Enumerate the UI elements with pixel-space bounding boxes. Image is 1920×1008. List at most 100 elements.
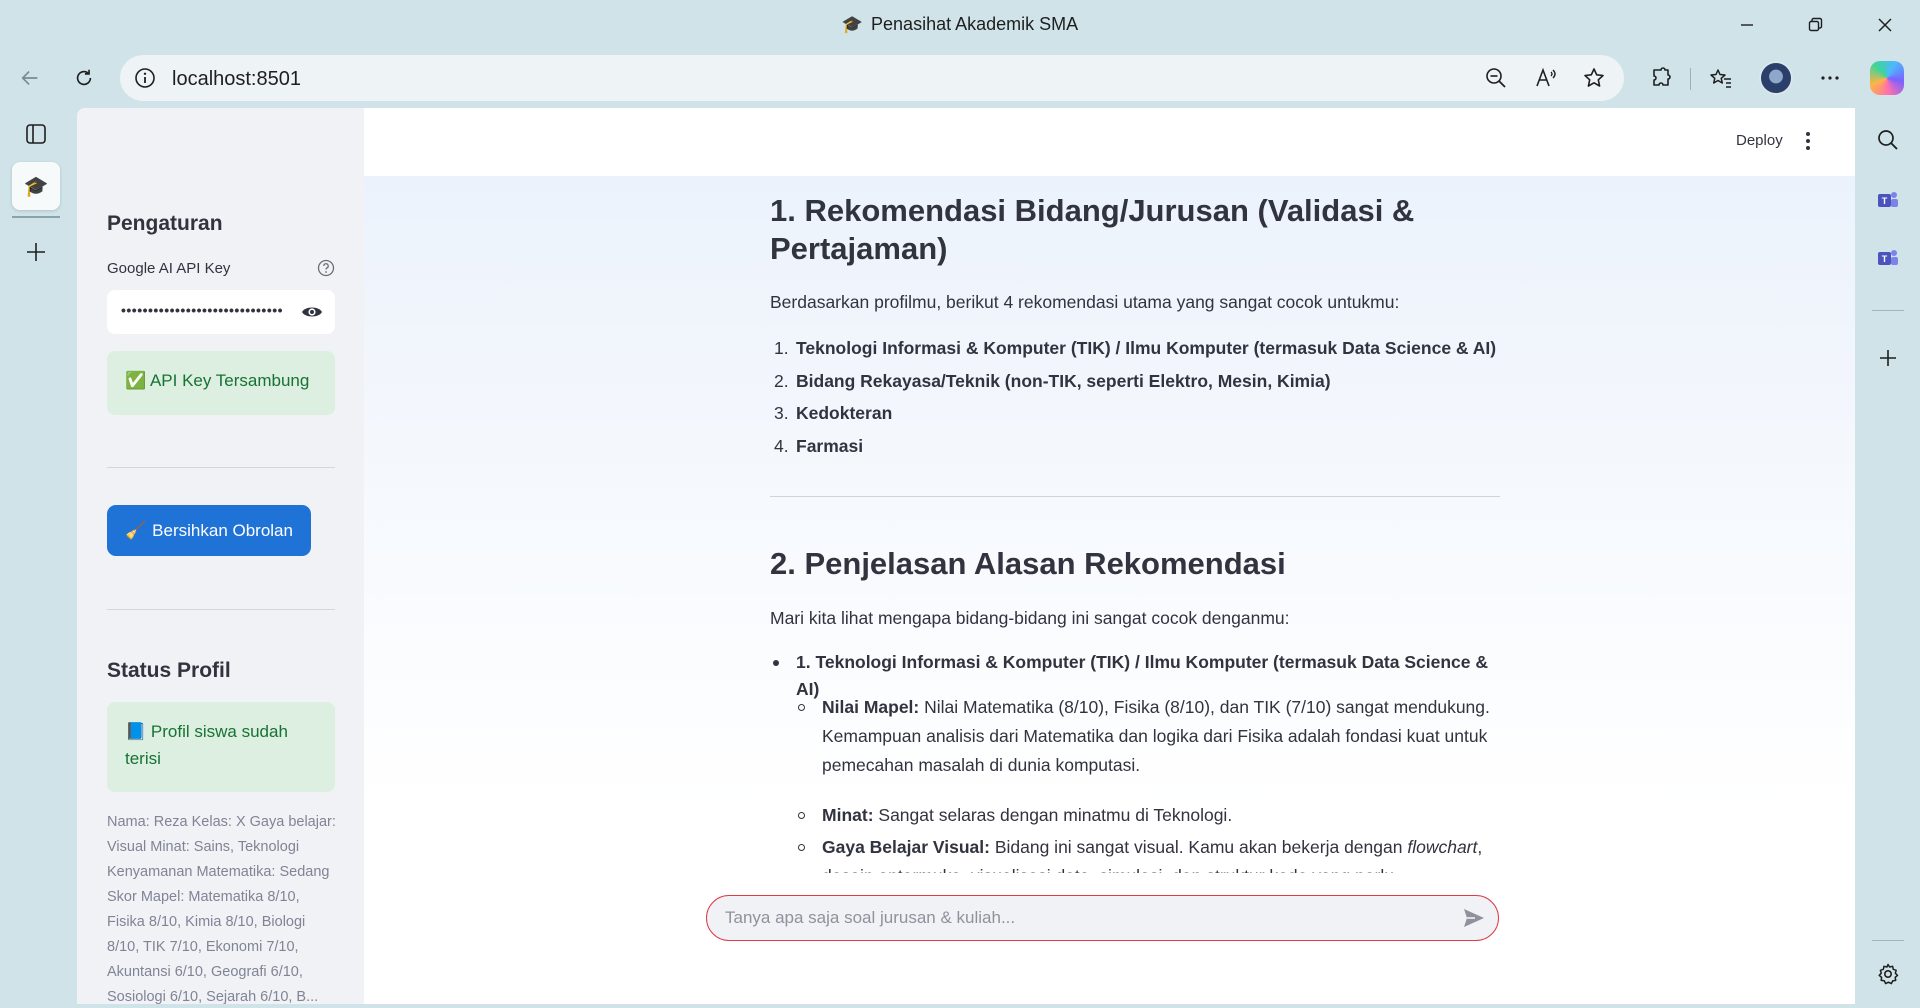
tab-penasihat-akademik[interactable]: 🎓 <box>12 162 60 210</box>
back-button[interactable] <box>12 62 48 94</box>
svg-text:T: T <box>1882 254 1888 264</box>
profile-summary: Nama: Reza Kelas: X Gaya belajar: Visual… <box>107 814 336 1004</box>
settings-heading: Pengaturan <box>107 212 223 235</box>
restore-button[interactable] <box>1792 10 1838 40</box>
section1-heading: 1. Rekomendasi Bidang/Jurusan (Validasi … <box>770 193 1415 266</box>
clear-chat-button[interactable]: 🧹 Bersihkan Obrolan <box>107 505 311 556</box>
teams-icon: T <box>1878 192 1898 207</box>
help-icon[interactable] <box>317 259 335 277</box>
sub-bullet-marker <box>798 812 805 819</box>
chat-input-field[interactable] <box>725 906 1425 930</box>
send-icon[interactable] <box>1462 907 1486 929</box>
reason-point-text: Sangat selaras dengan minatmu di Teknolo… <box>873 805 1233 825</box>
window-title-text: Penasihat Akademik SMA <box>871 14 1079 34</box>
clear-chat-label: Bersihkan Obrolan <box>152 520 293 540</box>
more-horizontal-icon <box>1821 76 1839 80</box>
api-key-input[interactable]: •••••••••••••••••••••••••••••• <box>107 290 335 334</box>
url-text[interactable]: localhost:8501 <box>172 68 301 91</box>
page-viewport: Pengaturan Google AI API Key •••••••••••… <box>77 108 1855 1004</box>
section2-intro: Mari kita lihat mengapa bidang-bidang in… <box>770 608 1290 628</box>
more-vertical-icon[interactable] <box>1804 130 1812 152</box>
gear-icon <box>1878 963 1899 985</box>
edge-separator <box>1872 940 1904 941</box>
graduation-cap-icon: 🎓 <box>841 15 864 34</box>
sub-bullet-marker <box>798 704 805 711</box>
sidebar-teams-button-2[interactable]: T <box>1872 242 1904 274</box>
search-icon <box>1878 130 1898 150</box>
favorites-button[interactable] <box>1705 62 1737 94</box>
sidebar-divider <box>107 609 335 610</box>
edge-sidebar: T T <box>1856 106 1920 1008</box>
address-bar[interactable]: localhost:8501 <box>120 55 1624 101</box>
svg-text:T: T <box>1882 196 1888 206</box>
reason-point: Nilai Mapel: Nilai Matematika (8/10), Fi… <box>822 693 1502 780</box>
tab-separator <box>12 216 60 218</box>
teams-icon: T <box>1878 250 1898 265</box>
edge-separator <box>1872 310 1904 311</box>
window-titlebar: 🎓 Penasihat Akademik SMA <box>0 0 1920 50</box>
toolbar-divider <box>1690 68 1691 90</box>
refresh-button[interactable] <box>66 62 102 94</box>
list-item: 4. Farmasi <box>770 430 1500 463</box>
reason-point-text: Nilai Matematika (8/10), Fisika (8/10), … <box>822 697 1490 775</box>
sidebar-search-button[interactable] <box>1872 124 1904 156</box>
profile-avatar[interactable] <box>1759 61 1793 95</box>
broom-icon: 🧹 <box>125 520 147 540</box>
close-window-button[interactable] <box>1862 10 1908 40</box>
recommendation-text: Farmasi <box>796 435 864 456</box>
list-number: 2. <box>774 370 789 391</box>
reason-point-text: Bidang ini sangat visual. Kamu akan beke… <box>989 837 1408 857</box>
list-item: 3. Kedokteran <box>770 397 1500 430</box>
app-sidebar: Pengaturan Google AI API Key •••••••••••… <box>77 108 364 1004</box>
plus-icon <box>27 243 45 261</box>
recommendation-text: Teknologi Informasi & Komputer (TIK) / I… <box>796 338 1497 358</box>
restore-icon <box>1808 17 1823 32</box>
sidebar-add-button[interactable] <box>1872 342 1904 374</box>
profile-status-alert: 📘 Profil siswa sudah terisi <box>107 702 335 792</box>
recommendation-text: Kedokteran <box>796 403 893 423</box>
recommendation-text: Bidang Rekayasa/Teknik (non-TIK, seperti… <box>796 370 1331 391</box>
sidebar-settings-button[interactable] <box>1872 958 1904 990</box>
api-key-label: Google AI API Key <box>107 260 231 277</box>
list-item: 2. Bidang Rekayasa/Teknik (non-TIK, seper… <box>770 365 1500 398</box>
favorite-star-icon[interactable] <box>1582 66 1606 90</box>
zoom-out-icon[interactable] <box>1484 66 1508 90</box>
reason-point-label: Minat: <box>822 805 874 825</box>
site-info-icon[interactable] <box>134 67 156 89</box>
close-icon <box>1878 18 1892 32</box>
browser-toolbar: localhost:8501 <box>0 50 1920 106</box>
copilot-icon[interactable] <box>1870 61 1904 95</box>
refresh-icon <box>76 69 92 86</box>
minimize-icon <box>1741 24 1753 26</box>
new-tab-button[interactable] <box>12 228 60 276</box>
more-options-button[interactable] <box>1814 62 1846 94</box>
chat-input[interactable] <box>706 895 1499 941</box>
sub-bullet-marker <box>798 844 805 851</box>
eye-icon[interactable] <box>301 302 323 322</box>
reason-point-label: Nilai Mapel: <box>822 697 920 717</box>
minimize-button[interactable] <box>1724 10 1770 40</box>
back-icon <box>21 70 38 86</box>
extensions-icon <box>1653 67 1671 86</box>
list-number: 4. <box>774 435 789 456</box>
list-number: 1. <box>774 338 789 358</box>
reason-point-italic: flowchart <box>1407 837 1478 857</box>
deploy-button[interactable]: Deploy <box>1736 132 1783 149</box>
tab-actions-icon <box>26 124 46 144</box>
section1-intro: Berdasarkan profilmu, berikut 4 rekomend… <box>770 292 1400 312</box>
tab-actions-button[interactable] <box>12 110 60 158</box>
profile-status-heading: Status Profil <box>107 659 231 682</box>
bullet-marker <box>773 660 779 666</box>
section-divider <box>770 496 1500 497</box>
recommendation-list: 1. Teknologi Informasi & Komputer (TIK) /… <box>770 332 1500 462</box>
reason-point: Minat: Sangat selaras dengan minatmu di … <box>822 801 1502 830</box>
list-item: 1. Teknologi Informasi & Komputer (TIK) /… <box>770 332 1500 365</box>
plus-icon <box>1880 350 1896 366</box>
extensions-button[interactable] <box>1645 62 1677 94</box>
api-status-alert: ✅ API Key Tersambung <box>107 351 335 415</box>
read-aloud-icon[interactable] <box>1534 66 1558 90</box>
app-header: Deploy <box>364 108 1855 176</box>
reason-point-label: Gaya Belajar Visual: <box>822 837 990 857</box>
api-key-value[interactable]: •••••••••••••••••••••••••••••• <box>121 302 283 318</box>
sidebar-teams-button[interactable]: T <box>1872 184 1904 216</box>
